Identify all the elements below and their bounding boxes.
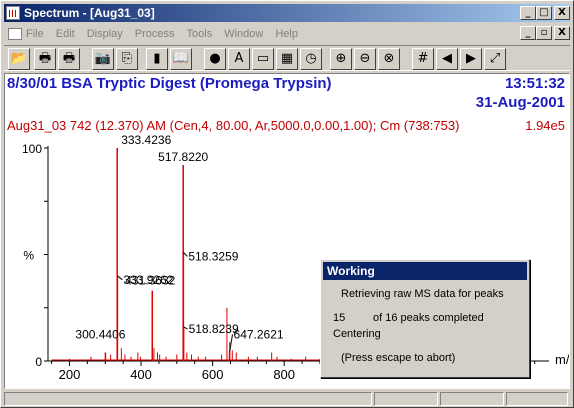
zoom-cancel-icon[interactable]: ⊗ bbox=[378, 48, 400, 70]
title-bar[interactable]: Spectrum - [Aug31_03] _ □ X bbox=[4, 4, 570, 22]
status-pane-2 bbox=[374, 392, 438, 406]
dialog-title: Working bbox=[323, 262, 527, 280]
status-pane-3 bbox=[440, 392, 504, 406]
print-icon[interactable]: 🖶 bbox=[34, 48, 56, 70]
bar-chart-icon[interactable]: ▮ bbox=[146, 48, 168, 70]
status-pane-4 bbox=[506, 392, 568, 406]
y-tick-label: 100 bbox=[22, 142, 42, 156]
menu-bar: File Edit Display Process Tools Window H… bbox=[4, 24, 570, 43]
x-tick-label: 400 bbox=[130, 367, 152, 382]
spectrum-window: Spectrum - [Aug31_03] _ □ X File Edit Di… bbox=[0, 0, 574, 408]
working-dialog: Working Retrieving raw MS data for peaks… bbox=[320, 259, 530, 378]
doc-minimize-button[interactable]: _ bbox=[520, 26, 536, 40]
book-icon[interactable]: 📖 bbox=[170, 48, 192, 70]
grid-icon[interactable]: # bbox=[412, 48, 434, 70]
spectrum-app-icon[interactable] bbox=[6, 6, 20, 20]
peak-label: 431.3632 bbox=[125, 274, 175, 288]
status-bar bbox=[4, 391, 570, 407]
y-tick-label: 0 bbox=[35, 355, 42, 369]
status-pane-main bbox=[4, 392, 372, 406]
menu-file[interactable]: File bbox=[26, 28, 44, 40]
menu-process[interactable]: Process bbox=[135, 28, 175, 40]
menu-tools[interactable]: Tools bbox=[187, 28, 213, 40]
menu-display[interactable]: Display bbox=[87, 28, 123, 40]
x-axis-label: m/z bbox=[555, 352, 569, 367]
close-button[interactable]: X bbox=[554, 6, 570, 20]
spectrum-plot[interactable]: 8/30/01 BSA Tryptic Digest (Promega Tryp… bbox=[4, 73, 570, 389]
x-tick-label: 800 bbox=[273, 367, 295, 382]
dialog-line-retrieving: Retrieving raw MS data for peaks bbox=[341, 288, 504, 300]
y-axis-label: % bbox=[23, 249, 34, 263]
globe-icon[interactable]: ● bbox=[204, 48, 226, 70]
doc-close-button[interactable]: X bbox=[554, 26, 570, 40]
maximize-button[interactable]: □ bbox=[536, 6, 552, 20]
dialog-line-abort: (Press escape to abort) bbox=[341, 352, 456, 364]
peak-list-icon[interactable]: ▦ bbox=[276, 48, 298, 70]
window-icon[interactable]: ▭ bbox=[252, 48, 274, 70]
dialog-count-done: 15 bbox=[333, 312, 346, 324]
menu-help[interactable]: Help bbox=[275, 28, 298, 40]
fit-icon[interactable]: ⤢ bbox=[484, 48, 506, 70]
zoom-in-icon[interactable]: ⊕ bbox=[330, 48, 352, 70]
menu-edit[interactable]: Edit bbox=[56, 28, 75, 40]
camera-icon[interactable]: 📷 bbox=[92, 48, 114, 70]
minimize-button[interactable]: _ bbox=[520, 6, 536, 20]
x-tick-label: 200 bbox=[59, 367, 81, 382]
peak-label: 518.3259 bbox=[188, 249, 238, 263]
arrow-left-icon[interactable]: ◀ bbox=[436, 48, 458, 70]
peak-label: 517.8220 bbox=[158, 150, 208, 164]
zoom-out-icon[interactable]: ⊖ bbox=[354, 48, 376, 70]
peak-label: 518.8239 bbox=[189, 322, 239, 336]
x-tick-label: 600 bbox=[202, 367, 224, 382]
document-icon[interactable] bbox=[8, 27, 22, 40]
text-icon[interactable]: A bbox=[228, 48, 250, 70]
dialog-count-text: of 16 peaks completed bbox=[373, 312, 484, 324]
toolbar: 📂 🖶 🖶 📷 ⎘ ▮ 📖 ● A ▭ ▦ ◷ ⊕ ⊖ ⊗ # ◀ ▶ ⤢ bbox=[4, 45, 570, 71]
doc-restore-button[interactable]: ▫ bbox=[536, 26, 552, 40]
print-preview-icon[interactable]: 🖶 bbox=[58, 48, 80, 70]
dialog-line-centering: Centering bbox=[333, 328, 381, 340]
peak-label: 333.4236 bbox=[121, 133, 171, 147]
arrow-right-icon[interactable]: ▶ bbox=[460, 48, 482, 70]
open-icon[interactable]: 📂 bbox=[8, 48, 30, 70]
peak-label: 647.2621 bbox=[234, 327, 284, 341]
peak-label: 300.4406 bbox=[75, 327, 125, 341]
menu-window[interactable]: Window bbox=[224, 28, 263, 40]
window-title: Spectrum - [Aug31_03] bbox=[24, 6, 155, 20]
copy-icon[interactable]: ⎘ bbox=[116, 48, 138, 70]
stopwatch-icon[interactable]: ◷ bbox=[300, 48, 322, 70]
